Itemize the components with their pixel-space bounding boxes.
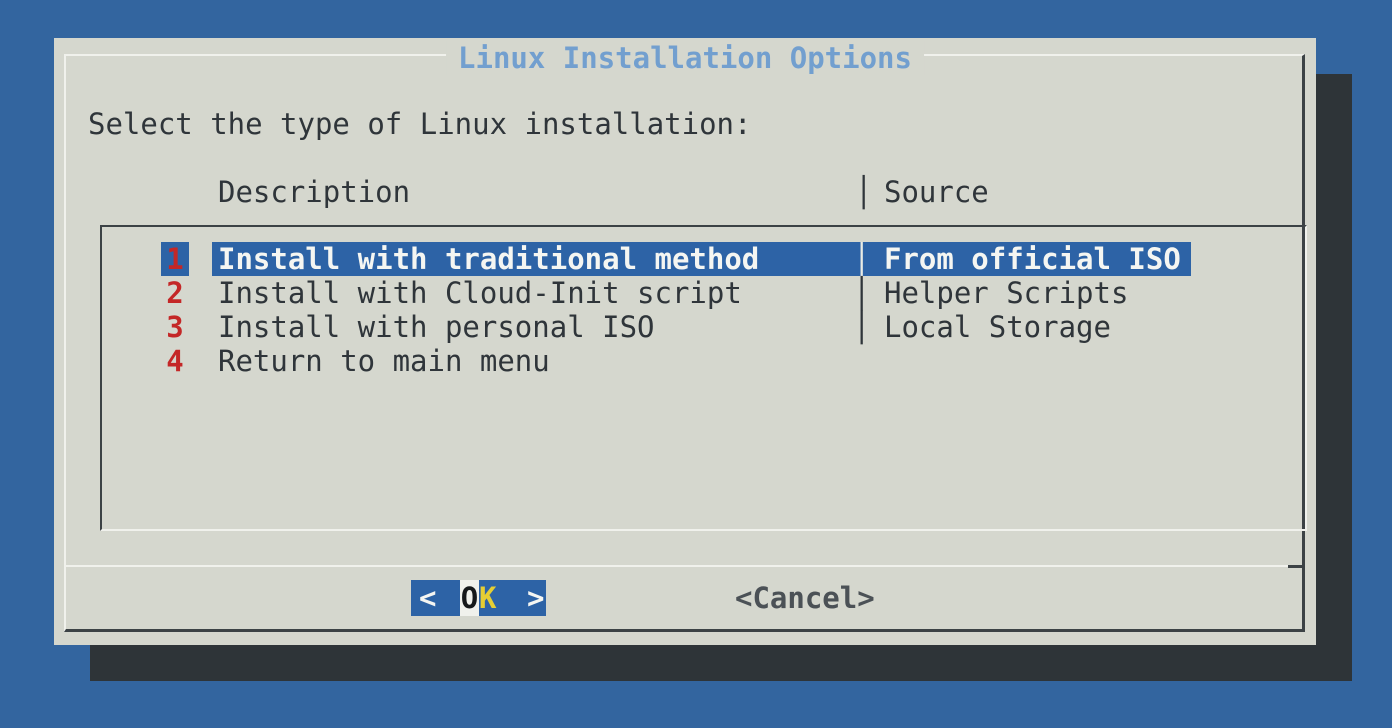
ok-button[interactable]: < O K > — [411, 580, 546, 616]
dialog-title: Linux Installation Options — [446, 41, 924, 75]
menu-item-tag: 2 — [161, 276, 189, 310]
menu-item-description: Install with personal ISO — [218, 310, 655, 344]
prompt-text: Select the type of Linux installation: — [88, 107, 751, 141]
ok-right-bracket: > — [527, 580, 544, 616]
menu-item-tag: 3 — [161, 310, 189, 344]
menu-item-source: From official ISO — [884, 242, 1181, 276]
button-area-separator-end — [1288, 565, 1304, 568]
column-header-description: Description — [218, 175, 410, 209]
menu-item-source: Helper Scripts — [884, 276, 1128, 310]
menu-item-tag: 1 — [161, 242, 189, 276]
menu-item-3[interactable]: 3 Install with personal ISO │ Local Stor… — [102, 310, 1305, 344]
menu-listbox: 1 Install with traditional method │ From… — [100, 225, 1307, 531]
button-area-separator — [66, 565, 1304, 567]
menu-item-description: Return to main menu — [218, 344, 550, 378]
menu-item-description: Install with Cloud-Init script — [218, 276, 742, 310]
menu-item-separator: │ — [853, 310, 870, 344]
menu-item-1[interactable]: 1 Install with traditional method │ From… — [102, 242, 1305, 276]
ok-hotkey-char: K — [479, 580, 496, 616]
menu-rows: 1 Install with traditional method │ From… — [102, 242, 1305, 378]
menu-item-source: Local Storage — [884, 310, 1111, 344]
menu-item-2[interactable]: 2 Install with Cloud-Init script │ Helpe… — [102, 276, 1305, 310]
terminal-screen: { "colors": { "terminal-bg": "#33659f", … — [0, 0, 1392, 728]
menu-item-description: Install with traditional method — [218, 242, 759, 276]
cancel-button[interactable]: <Cancel> — [735, 580, 875, 616]
dialog-window: Linux Installation Options Select the ty… — [54, 38, 1316, 645]
menu-item-tag: 4 — [161, 344, 189, 378]
menu-item-4[interactable]: 4 Return to main menu — [102, 344, 1305, 378]
menu-item-separator: │ — [853, 242, 870, 276]
menu-item-separator: │ — [853, 276, 870, 310]
column-headers: Description │ Source — [54, 175, 1316, 209]
ok-cursor-char: O — [460, 580, 479, 616]
ok-left-bracket: < — [419, 580, 436, 616]
column-separator: │ — [855, 175, 872, 209]
column-header-source: Source — [884, 175, 989, 209]
